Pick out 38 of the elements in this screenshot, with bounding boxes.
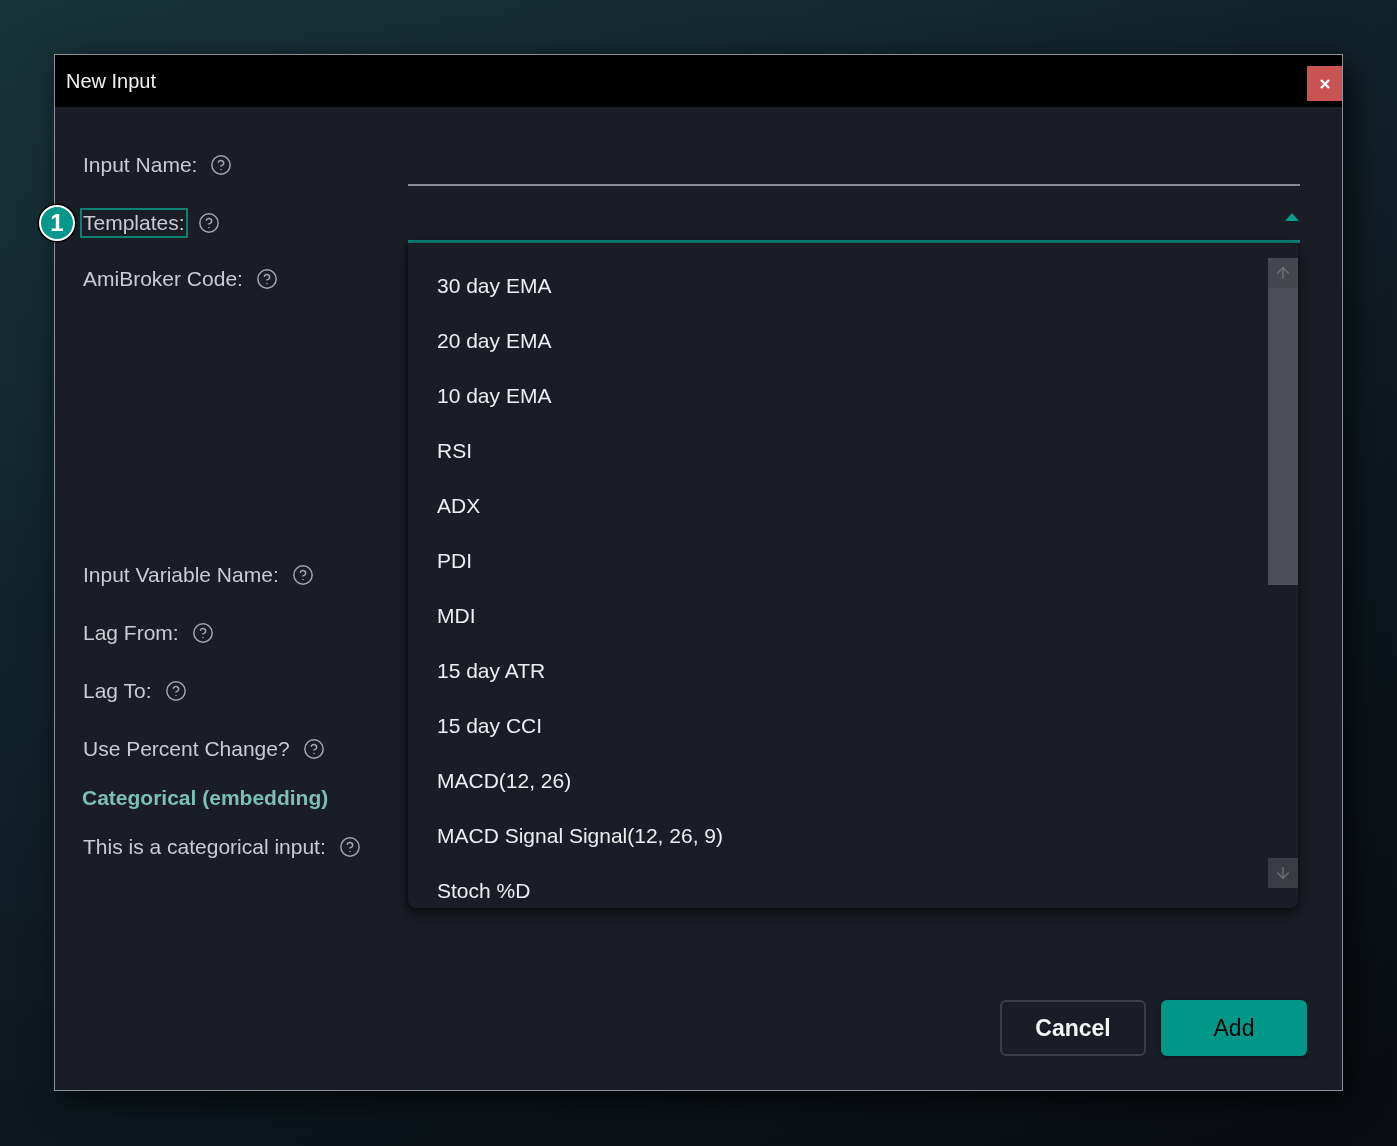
field-label: Use Percent Change? [82, 736, 291, 762]
dropdown-option[interactable]: MDI [408, 588, 1258, 643]
field-label: Templates: [80, 208, 188, 238]
dropdown-option[interactable]: PDI [408, 533, 1258, 588]
dropdown-option[interactable]: 20 day EMA [408, 313, 1258, 368]
help-icon[interactable] [197, 212, 220, 234]
section-heading: Categorical (embedding) [82, 786, 329, 810]
dropdown-option[interactable]: 15 day ATR [408, 643, 1258, 698]
help-icon[interactable] [291, 564, 314, 586]
help-icon[interactable] [255, 268, 278, 290]
field-label: This is a categorical input: [82, 834, 327, 860]
arrow-down-icon [1274, 864, 1292, 882]
field-label: Input Variable Name: [82, 562, 280, 588]
window-title: New Input [66, 69, 157, 93]
help-icon[interactable] [338, 836, 361, 858]
help-icon[interactable] [191, 622, 214, 644]
close-button[interactable] [1307, 66, 1342, 101]
field-label: AmiBroker Code: [82, 266, 244, 292]
field-label: Lag To: [82, 678, 153, 704]
field-label: Input Name: [82, 152, 199, 178]
cancel-button[interactable]: Cancel [1000, 1000, 1146, 1056]
help-icon[interactable] [164, 680, 187, 702]
dropdown-option[interactable]: 10 day EMA [408, 368, 1258, 423]
caret-icon [1285, 213, 1299, 221]
number-badge: 1 [39, 205, 75, 241]
dropdown-option[interactable]: MACD Signal Signal(12, 26, 9) [408, 808, 1258, 863]
help-icon[interactable] [210, 154, 233, 176]
dropdown-option[interactable]: RSI [408, 423, 1258, 478]
dropdown-option[interactable]: 30 day EMA [408, 258, 1258, 313]
field-label: Lag From: [82, 620, 180, 646]
dropdown-option[interactable]: ADX [408, 478, 1258, 533]
help-icon[interactable] [302, 738, 325, 760]
dropdown-option[interactable]: Stoch %D [408, 863, 1258, 918]
scrollbar-thumb[interactable] [1268, 288, 1298, 585]
dropdown-option[interactable]: MACD(12, 26) [408, 753, 1258, 808]
add-button[interactable]: Add [1161, 1000, 1307, 1056]
close-icon [1319, 78, 1330, 89]
dropdown-option[interactable]: 15 day CCI [408, 698, 1258, 753]
